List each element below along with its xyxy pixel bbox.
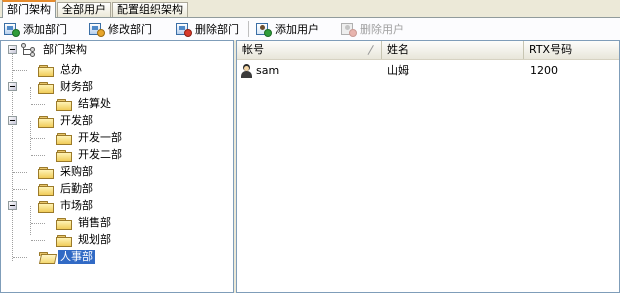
collapse-root-toggle[interactable] — [8, 45, 17, 54]
delete-user-button[interactable]: 删除用户 — [341, 19, 404, 39]
edit-department-label: 修改部门 — [108, 23, 152, 36]
tree-item-dept[interactable]: 后勤部 — [38, 181, 95, 197]
add-user-button[interactable]: 添加用户 — [256, 19, 319, 39]
folder-icon — [38, 81, 55, 94]
list-header: 帐号 姓名 RTX号码 — [237, 41, 619, 60]
tree-item-label: 结算处 — [78, 97, 111, 110]
column-header-account[interactable]: 帐号 — [237, 41, 382, 59]
delete-user-label: 删除用户 — [360, 23, 404, 36]
column-header-label: RTX号码 — [529, 43, 573, 56]
collapse-dev-toggle[interactable] — [8, 116, 17, 125]
tab-configure-org[interactable]: 配置组织架构 — [112, 2, 188, 17]
folder-icon — [38, 64, 55, 77]
tab-bar: 部门架构 全部用户 配置组织架构 — [2, 0, 189, 18]
add-user-label: 添加用户 — [275, 23, 319, 36]
tree-connector — [13, 257, 27, 258]
tree-connector — [31, 138, 45, 139]
delete-department-button[interactable]: 删除部门 — [176, 19, 239, 39]
add-department-icon — [4, 22, 20, 37]
tree-item-root[interactable]: 部门架构 — [21, 42, 89, 58]
cell-name: 山姆 — [387, 64, 409, 77]
folder-icon — [56, 98, 73, 111]
tree-item-dept[interactable]: 开发部 — [21, 113, 95, 129]
tree-item-label: 销售部 — [78, 216, 111, 229]
tree-item-label: 开发一部 — [78, 131, 122, 144]
tree-connector — [13, 172, 27, 173]
folder-icon — [38, 115, 55, 128]
tree-item-label: 开发部 — [60, 114, 93, 127]
toolbar-separator — [248, 21, 249, 37]
department-tree[interactable]: 部门架构 总办 财务部 结算处 开发部 开发一部 开发二部 采购部 后勤部 市场… — [0, 40, 234, 293]
tab-all-users[interactable]: 全部用户 — [57, 2, 111, 17]
toolbar: 添加部门 修改部门 删除部门 添加用户 删除用户 — [0, 17, 620, 40]
tree-item-label: 后勤部 — [60, 182, 93, 195]
folder-icon — [56, 132, 73, 145]
column-header-rtx[interactable]: RTX号码 — [524, 41, 619, 59]
tree-connector — [13, 189, 27, 190]
tree-connector — [13, 70, 27, 71]
tab-department-structure[interactable]: 部门架构 — [2, 0, 56, 18]
add-department-label: 添加部门 — [23, 23, 67, 36]
user-icon — [240, 64, 252, 78]
tree-item-dept[interactable]: 结算处 — [56, 96, 113, 112]
folder-icon — [38, 166, 55, 179]
column-header-label: 帐号 — [242, 43, 264, 56]
tree-item-label: 人事部 — [58, 250, 95, 264]
tree-item-dept[interactable]: 销售部 — [56, 215, 113, 231]
folder-icon — [38, 183, 55, 196]
user-list[interactable]: 帐号 姓名 RTX号码 sam 山姆 1200 — [236, 40, 620, 293]
sort-indicator-icon — [367, 45, 375, 55]
edit-department-icon — [89, 22, 105, 37]
cell-account: sam — [256, 64, 280, 77]
tree-item-dept[interactable]: 开发二部 — [56, 147, 124, 163]
tree-item-label: 部门架构 — [43, 43, 87, 56]
tree-item-label: 市场部 — [60, 199, 93, 212]
org-admin-window: 部门架构 全部用户 配置组织架构 添加部门 修改部门 删除部门 添加用户 删除用… — [0, 0, 620, 293]
tree-connector — [31, 240, 45, 241]
add-user-icon — [256, 22, 272, 37]
cell-rtx: 1200 — [530, 64, 558, 77]
tree-item-dept[interactable]: 采购部 — [38, 164, 95, 180]
folder-icon — [56, 149, 73, 162]
tree-item-label: 总办 — [60, 63, 82, 76]
open-folder-icon — [38, 251, 58, 264]
tree-connector — [31, 223, 45, 224]
tree-item-label: 财务部 — [60, 80, 93, 93]
tree-item-dept[interactable]: 总办 — [38, 62, 84, 78]
tree-item-label: 开发二部 — [78, 148, 122, 161]
delete-user-icon — [341, 22, 357, 37]
table-row[interactable]: sam 山姆 1200 — [237, 63, 619, 79]
edit-department-button[interactable]: 修改部门 — [89, 19, 152, 39]
tree-connector — [31, 104, 45, 105]
org-chart-icon — [21, 43, 37, 57]
tree-item-dept[interactable]: 规划部 — [56, 232, 113, 248]
tree-item-dept[interactable]: 开发一部 — [56, 130, 124, 146]
folder-icon — [56, 234, 73, 247]
tree-connector — [31, 155, 45, 156]
delete-department-label: 删除部门 — [195, 23, 239, 36]
tree-item-label: 采购部 — [60, 165, 93, 178]
tree-item-dept[interactable]: 财务部 — [21, 79, 95, 95]
tree-item-dept-selected[interactable]: 人事部 — [38, 249, 95, 265]
tree-item-label: 规划部 — [78, 233, 111, 246]
delete-department-icon — [176, 22, 192, 37]
folder-icon — [56, 217, 73, 230]
column-header-name[interactable]: 姓名 — [382, 41, 524, 59]
column-header-label: 姓名 — [387, 43, 409, 56]
collapse-market-toggle[interactable] — [8, 201, 17, 210]
add-department-button[interactable]: 添加部门 — [4, 19, 67, 39]
folder-icon — [38, 200, 55, 213]
collapse-finance-toggle[interactable] — [8, 82, 17, 91]
tree-item-dept[interactable]: 市场部 — [21, 198, 95, 214]
